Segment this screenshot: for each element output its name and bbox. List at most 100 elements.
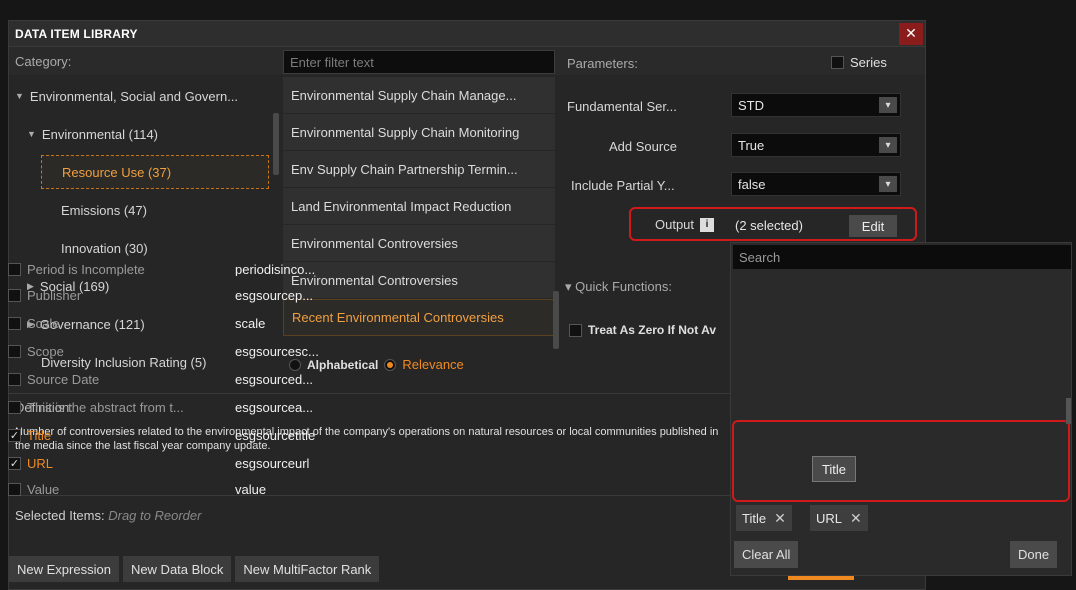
chevron-down-icon[interactable]: ▾ xyxy=(879,137,897,153)
quick-functions-header[interactable]: ▾ Quick Functions: xyxy=(565,279,672,295)
param-label: Include Partial Y... xyxy=(571,178,675,193)
filter-input[interactable] xyxy=(283,50,555,74)
option-name: Source Date xyxy=(27,372,100,387)
tree-item-label: Environmental (114) xyxy=(41,126,159,142)
output-value: (2 selected) xyxy=(735,218,803,233)
tree-item-environmental[interactable]: ▼ Environmental (114) xyxy=(9,115,275,153)
tree-item-label: Emissions (47) xyxy=(61,202,147,218)
option-row-checked[interactable]: ✓ Title esgsourcetitle xyxy=(8,422,334,449)
option-checkbox[interactable] xyxy=(8,317,21,330)
option-code: periodisinco... xyxy=(235,262,316,276)
option-name: Period is Incomplete xyxy=(27,262,145,276)
bottom-toolbar: New Expression New Data Block New MultiF… xyxy=(9,556,380,582)
new-data-block-button[interactable]: New Data Block xyxy=(122,556,232,582)
check-icon[interactable]: ✓ xyxy=(8,457,21,470)
option-code: esgsourcea... xyxy=(235,400,314,415)
select-value: STD xyxy=(738,97,764,113)
option-code: esgsourced... xyxy=(235,372,314,387)
option-row[interactable]: Scale scale xyxy=(8,310,334,337)
param-label: Fundamental Ser... xyxy=(567,99,677,114)
accent-bar xyxy=(788,576,854,580)
option-code: scale xyxy=(235,316,266,331)
include-partial-select[interactable]: false ▾ xyxy=(731,172,901,196)
option-checkbox[interactable] xyxy=(8,483,21,496)
option-code: esgsourceurl xyxy=(235,456,310,471)
checked-options-highlight xyxy=(732,420,1070,502)
done-button[interactable]: Done xyxy=(1010,541,1058,568)
add-source-select[interactable]: True ▾ xyxy=(731,133,901,157)
new-multifactor-rank-button[interactable]: New MultiFactor Rank xyxy=(235,556,380,582)
option-row[interactable]: Value value xyxy=(8,476,334,503)
edit-button[interactable]: Edit xyxy=(849,215,897,237)
expand-icon[interactable]: ▼ xyxy=(27,129,36,139)
series-checkbox-box[interactable] xyxy=(831,56,844,69)
popup-search-input[interactable] xyxy=(733,245,1071,269)
option-code: esgsourcep... xyxy=(235,288,314,303)
select-value: True xyxy=(738,137,765,153)
relevance-label: Relevance xyxy=(402,357,464,372)
chevron-down-icon[interactable]: ▾ xyxy=(879,176,897,192)
select-value: false xyxy=(738,176,766,192)
selected-chip[interactable]: URL ✕ xyxy=(810,505,868,531)
selected-items-hint: Drag to Reorder xyxy=(108,508,202,523)
popup-scrollbar[interactable] xyxy=(1066,398,1071,424)
remove-icon[interactable]: ✕ xyxy=(850,510,862,527)
option-row[interactable]: Scope esgsourcesc... xyxy=(8,338,334,365)
close-button[interactable]: ✕ xyxy=(899,22,923,45)
category-header: Category: xyxy=(15,53,72,69)
option-row-checked[interactable]: ✓ URL esgsourceurl xyxy=(8,450,334,477)
dialog-title: DATA ITEM LIBRARY xyxy=(15,26,138,41)
chip-label: Title xyxy=(742,510,767,526)
option-checkbox[interactable] xyxy=(8,373,21,386)
parameters-header: Parameters: xyxy=(567,56,638,71)
relevance-radio[interactable] xyxy=(384,358,397,371)
selected-chip[interactable]: Title ✕ xyxy=(736,505,792,531)
series-checkbox[interactable]: Series xyxy=(831,55,887,70)
output-label-row: Output i xyxy=(655,217,715,232)
check-icon[interactable]: ✓ xyxy=(8,429,21,442)
selected-items-label: Selected Items: xyxy=(15,508,105,523)
option-checkbox[interactable] xyxy=(8,262,21,276)
chevron-down-icon[interactable]: ▾ xyxy=(879,97,897,113)
treat-zero-checkbox-box[interactable] xyxy=(569,323,582,337)
tree-item-resource-use[interactable]: Resource Use (37) xyxy=(41,155,269,189)
list-item[interactable]: Environmental Supply Chain Manage... xyxy=(283,77,555,114)
expand-icon[interactable]: ▼ xyxy=(15,91,24,101)
close-icon: ✕ xyxy=(905,25,917,41)
tooltip: Title xyxy=(812,456,856,482)
list-item[interactable]: Env Supply Chain Partnership Termin... xyxy=(283,151,555,188)
info-icon[interactable]: i xyxy=(700,217,715,232)
list-item[interactable]: Environmental Supply Chain Monitoring xyxy=(283,114,555,151)
screen: DATA ITEM LIBRARY ✕ Category: Parameters… xyxy=(0,0,1076,590)
new-expression-button[interactable]: New Expression xyxy=(9,556,119,582)
option-code: esgsourcesc... xyxy=(235,344,319,359)
option-checkbox[interactable] xyxy=(8,289,21,302)
tree-item-esg[interactable]: ▼ Environmental, Social and Govern... xyxy=(9,77,275,115)
category-scrollbar[interactable] xyxy=(273,113,279,175)
option-checkbox[interactable] xyxy=(8,345,21,358)
option-row[interactable]: Publisher esgsourcep... xyxy=(8,282,334,309)
option-row[interactable]: This is the abstract from t... esgsource… xyxy=(8,394,334,421)
title-bar: DATA ITEM LIBRARY ✕ xyxy=(9,21,925,47)
series-label: Series xyxy=(850,55,887,70)
option-checkbox[interactable] xyxy=(8,401,21,414)
tree-item-emissions[interactable]: Emissions (47) xyxy=(9,191,275,229)
option-name: This is the abstract from t... xyxy=(27,400,184,415)
treat-zero-checkbox[interactable]: Treat As Zero If Not Av xyxy=(569,323,716,337)
fundamental-series-select[interactable]: STD ▾ xyxy=(731,93,901,117)
remove-icon[interactable]: ✕ xyxy=(774,510,786,527)
option-row[interactable]: Source Date esgsourced... xyxy=(8,366,334,393)
list-item[interactable]: Land Environmental Impact Reduction xyxy=(283,188,555,225)
tree-item-label: Environmental, Social and Govern... xyxy=(29,88,239,104)
list-item[interactable]: Environmental Controversies xyxy=(283,225,555,262)
option-name: Publisher xyxy=(27,288,82,303)
item-list-scrollbar[interactable] xyxy=(553,291,559,349)
option-code: value xyxy=(235,482,267,497)
treat-zero-label: Treat As Zero If Not Av xyxy=(588,323,717,337)
option-name: Scope xyxy=(27,344,64,359)
option-name: URL xyxy=(27,456,54,471)
param-label: Add Source xyxy=(609,139,677,154)
option-row[interactable]: Period is Incomplete periodisinco... xyxy=(8,262,334,276)
tree-item-label: Innovation (30) xyxy=(61,240,148,256)
clear-all-button[interactable]: Clear All xyxy=(734,541,799,568)
